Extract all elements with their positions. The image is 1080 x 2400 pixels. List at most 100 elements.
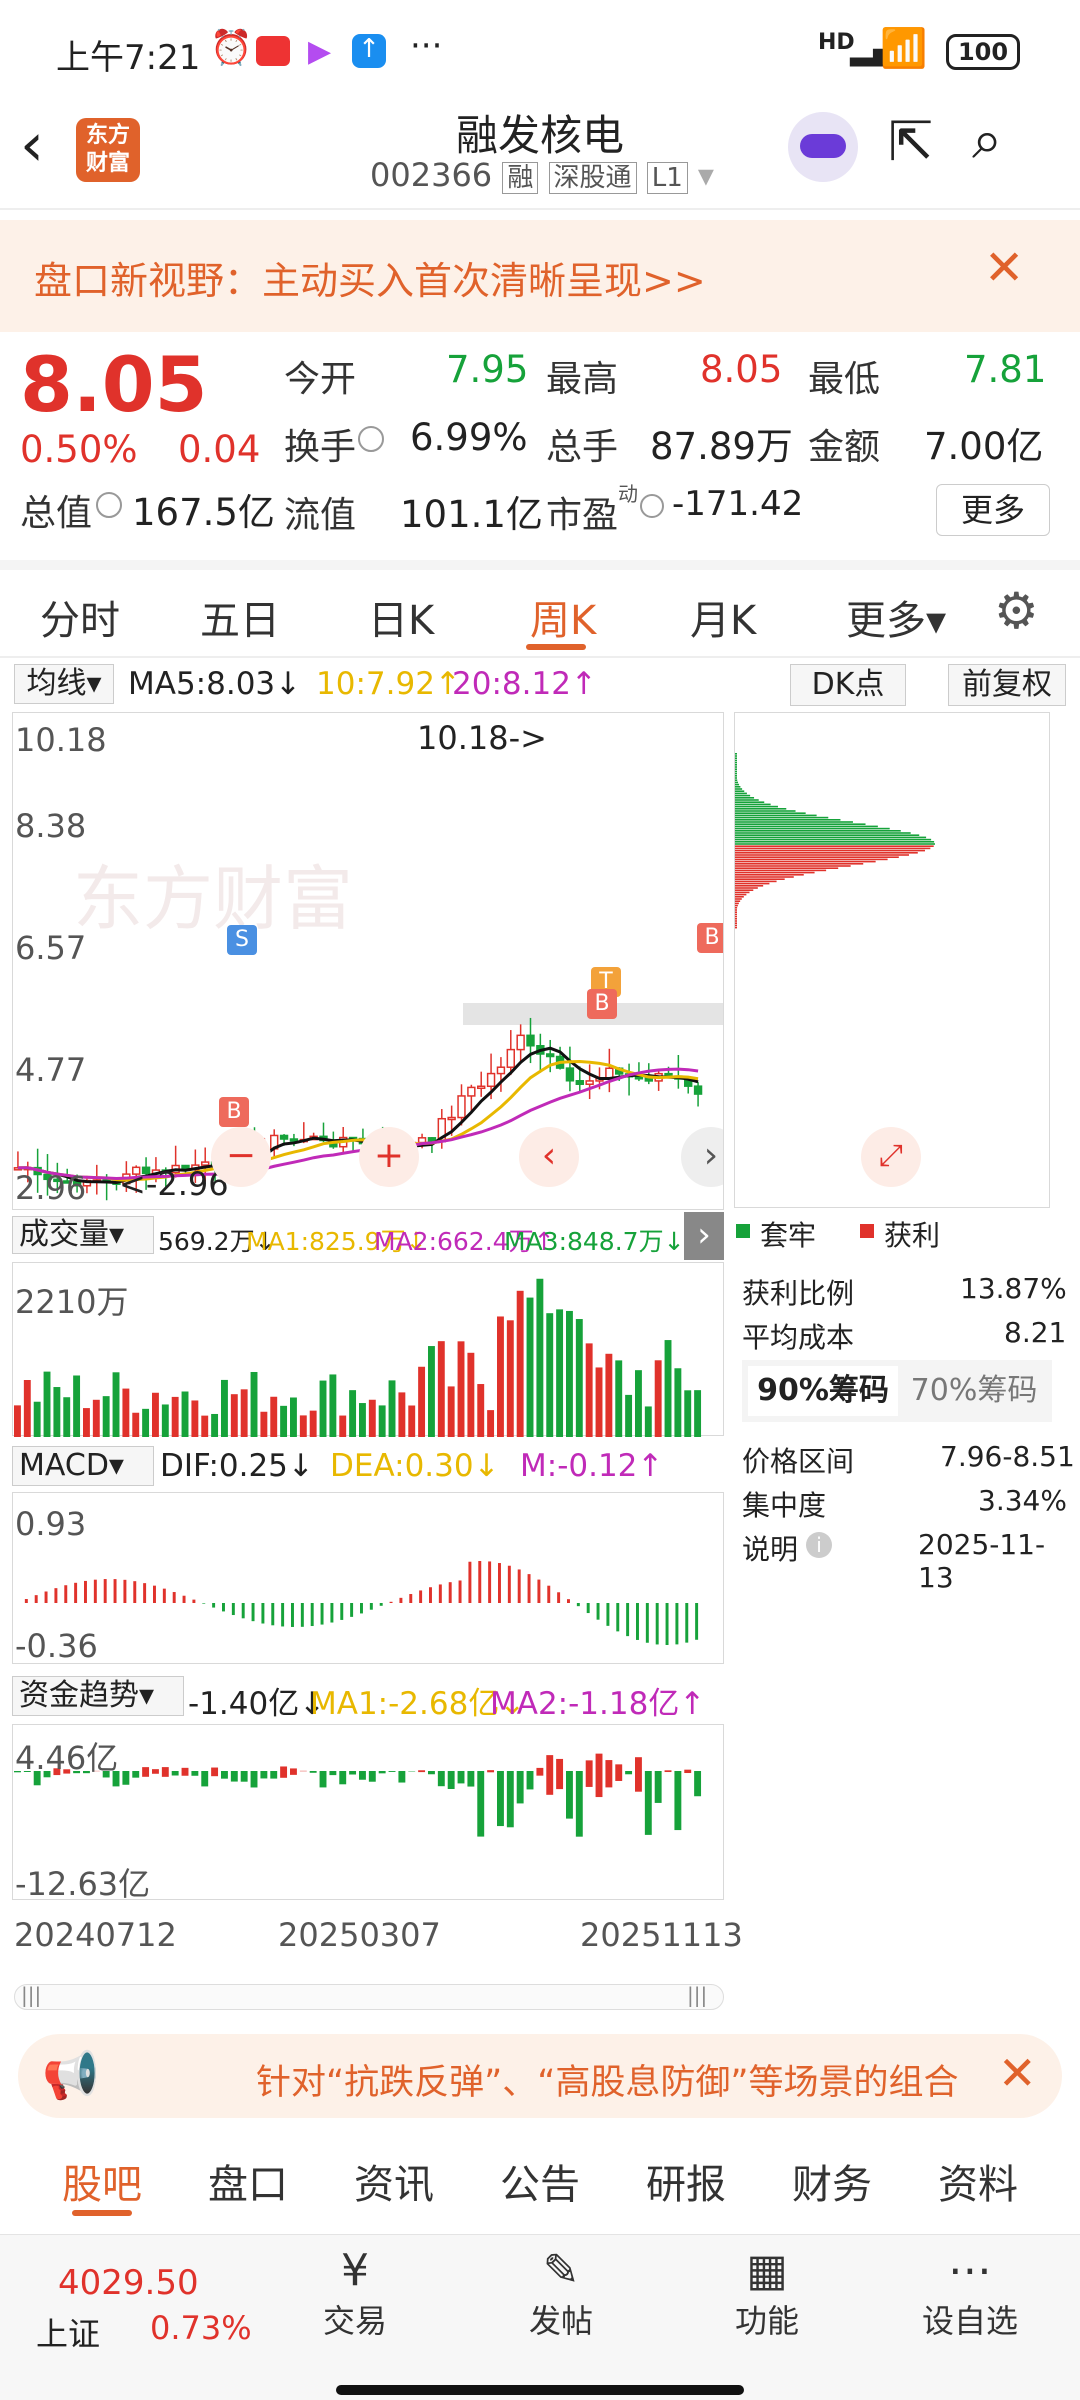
info-icon[interactable]: i xyxy=(806,1532,832,1558)
gear-icon[interactable]: ⚙ xyxy=(994,582,1039,640)
capital-selector[interactable]: 资金趋势▾ xyxy=(12,1676,184,1716)
search-icon[interactable]: ⌕ xyxy=(972,108,1002,172)
tab-monthly[interactable]: 月K xyxy=(690,588,756,646)
info-icon[interactable] xyxy=(640,494,664,518)
capital-bar xyxy=(260,1771,268,1779)
promo-bar[interactable]: 📢 针对“抗跌反弹”、“高股息防御”等场景的组合 ✕ xyxy=(18,2034,1062,2118)
promo-banner[interactable]: 盘口新视野：主动买入首次清晰呈现>> ✕ xyxy=(0,220,1080,332)
chip-bar xyxy=(735,827,890,830)
tab-more[interactable]: 更多▾ xyxy=(846,588,946,646)
chip-bar xyxy=(735,768,737,770)
tab-finance[interactable]: 财务 xyxy=(792,2152,872,2210)
pe-sup: 动 xyxy=(618,482,638,506)
macd-bar xyxy=(498,1563,501,1603)
ma-selector[interactable]: 均线▾ xyxy=(14,664,114,704)
macd-bar xyxy=(448,1582,452,1603)
play-icon: ▶ xyxy=(308,34,332,69)
chip-bar xyxy=(735,805,778,808)
turnover-label: 换手 xyxy=(284,427,357,468)
capital-bar xyxy=(635,1757,642,1792)
tab-research[interactable]: 研报 xyxy=(646,2152,726,2210)
capital-bar xyxy=(487,1770,495,1773)
chip-bar xyxy=(735,834,920,836)
expand-arrow-button[interactable]: › xyxy=(684,1212,724,1260)
tab-announcements[interactable]: 公告 xyxy=(500,2152,580,2210)
capital-bar xyxy=(339,1771,347,1785)
watermark: 东方财富 xyxy=(73,860,353,938)
macd-bar xyxy=(182,1595,186,1603)
chip-bar xyxy=(735,836,927,839)
zoom-in-button[interactable]: + xyxy=(359,1127,419,1187)
fq-button[interactable]: 前复权 xyxy=(948,664,1066,706)
tab-minute[interactable]: 分时 xyxy=(40,588,120,646)
macd-bar xyxy=(172,1592,176,1603)
upload-icon: ↑ xyxy=(352,34,386,68)
scroll-left-button[interactable]: ‹ xyxy=(519,1127,579,1187)
kline-chart[interactable]: 东方财富 10.18 8.38 6.57 4.77 2.96 10.18-> <… xyxy=(12,712,724,1210)
tab-news[interactable]: 资讯 xyxy=(354,2152,434,2210)
range-scrollbar[interactable]: ||| ||| xyxy=(14,1983,724,2010)
capital-bar xyxy=(250,1771,258,1788)
chip-bar xyxy=(735,823,866,825)
nav-post[interactable]: ✎ 发帖 xyxy=(506,2245,616,2342)
active-tab-indicator xyxy=(526,644,586,650)
macd-bar xyxy=(300,1603,304,1627)
robot-avatar-icon[interactable] xyxy=(788,112,858,182)
info-icon[interactable] xyxy=(358,426,384,452)
capital-bar xyxy=(161,1767,169,1777)
chip-bar xyxy=(735,904,738,907)
amount-label: 金额 xyxy=(808,427,881,468)
dk-button[interactable]: DK点 xyxy=(790,664,906,706)
nav-watchlist[interactable]: ⋯ 设自选 xyxy=(900,2245,1040,2342)
macd-selector[interactable]: MACD▾ xyxy=(12,1446,154,1486)
tab-pankou[interactable]: 盘口 xyxy=(208,2152,288,2210)
range-value: 7.96-8.51 xyxy=(940,1440,1075,1473)
scroll-handle-right[interactable]: ||| xyxy=(687,1983,707,2007)
profit-ratio-label: 获利比例 xyxy=(742,1277,855,1310)
candle-body xyxy=(693,1085,703,1095)
tab-5day[interactable]: 五日 xyxy=(200,588,280,646)
capital-bar xyxy=(566,1771,573,1819)
macd-bar xyxy=(527,1574,531,1603)
share-icon[interactable]: ⇱ xyxy=(888,110,933,173)
macd-bar xyxy=(143,1583,147,1603)
chip-bar xyxy=(735,819,841,821)
avg-cost: 8.21 xyxy=(1004,1316,1067,1349)
volume-bar xyxy=(457,1341,465,1437)
capital-bar xyxy=(359,1771,366,1780)
macd-bar xyxy=(389,1601,393,1603)
stock-code-row[interactable]: 002366 融 深股通 L1 ▾ xyxy=(370,156,714,194)
float-label: 流值 xyxy=(284,495,357,536)
candle-body xyxy=(447,1116,456,1121)
chip-bar xyxy=(735,865,851,867)
chip-bar xyxy=(735,816,829,819)
tab-70-chips[interactable]: 70%筹码 xyxy=(902,1366,1046,1416)
macd-bar xyxy=(507,1565,511,1603)
nav-trade[interactable]: ¥ 交易 xyxy=(300,2245,410,2342)
volume-selector[interactable]: 成交量▾ xyxy=(12,1216,154,1254)
capital-bar xyxy=(132,1771,140,1778)
zoom-out-button[interactable]: − xyxy=(211,1127,271,1187)
tab-guba[interactable]: 股吧 xyxy=(62,2152,142,2210)
sell-marker: S xyxy=(227,925,257,955)
scroll-handle-left[interactable]: ||| xyxy=(21,1983,41,2007)
close-icon[interactable]: ✕ xyxy=(998,2046,1037,2100)
tab-weekly[interactable]: 周K xyxy=(530,588,596,646)
chip-bar xyxy=(735,896,744,898)
tab-daily[interactable]: 日K xyxy=(368,588,434,646)
volume-bar xyxy=(605,1353,613,1437)
tab-profile[interactable]: 资料 xyxy=(938,2152,1018,2210)
volume-bar xyxy=(270,1396,278,1437)
expand-icon[interactable]: ⤢ xyxy=(861,1127,921,1187)
volume-bar xyxy=(329,1374,337,1437)
tab-90-chips[interactable]: 90%筹码 xyxy=(748,1366,898,1416)
info-icon[interactable] xyxy=(96,492,122,518)
close-icon[interactable]: ✕ xyxy=(984,240,1024,296)
capital-bar xyxy=(378,1771,386,1774)
capital-bar xyxy=(211,1767,219,1777)
nav-functions[interactable]: ▦ 功能 xyxy=(712,2245,822,2342)
more-button[interactable]: 更多 xyxy=(936,484,1050,536)
index-widget[interactable]: 4029.50 上证 0.73% xyxy=(0,2235,252,2365)
ma10-value: 10:7.92↑ xyxy=(316,666,461,702)
macd-bar xyxy=(251,1603,255,1622)
